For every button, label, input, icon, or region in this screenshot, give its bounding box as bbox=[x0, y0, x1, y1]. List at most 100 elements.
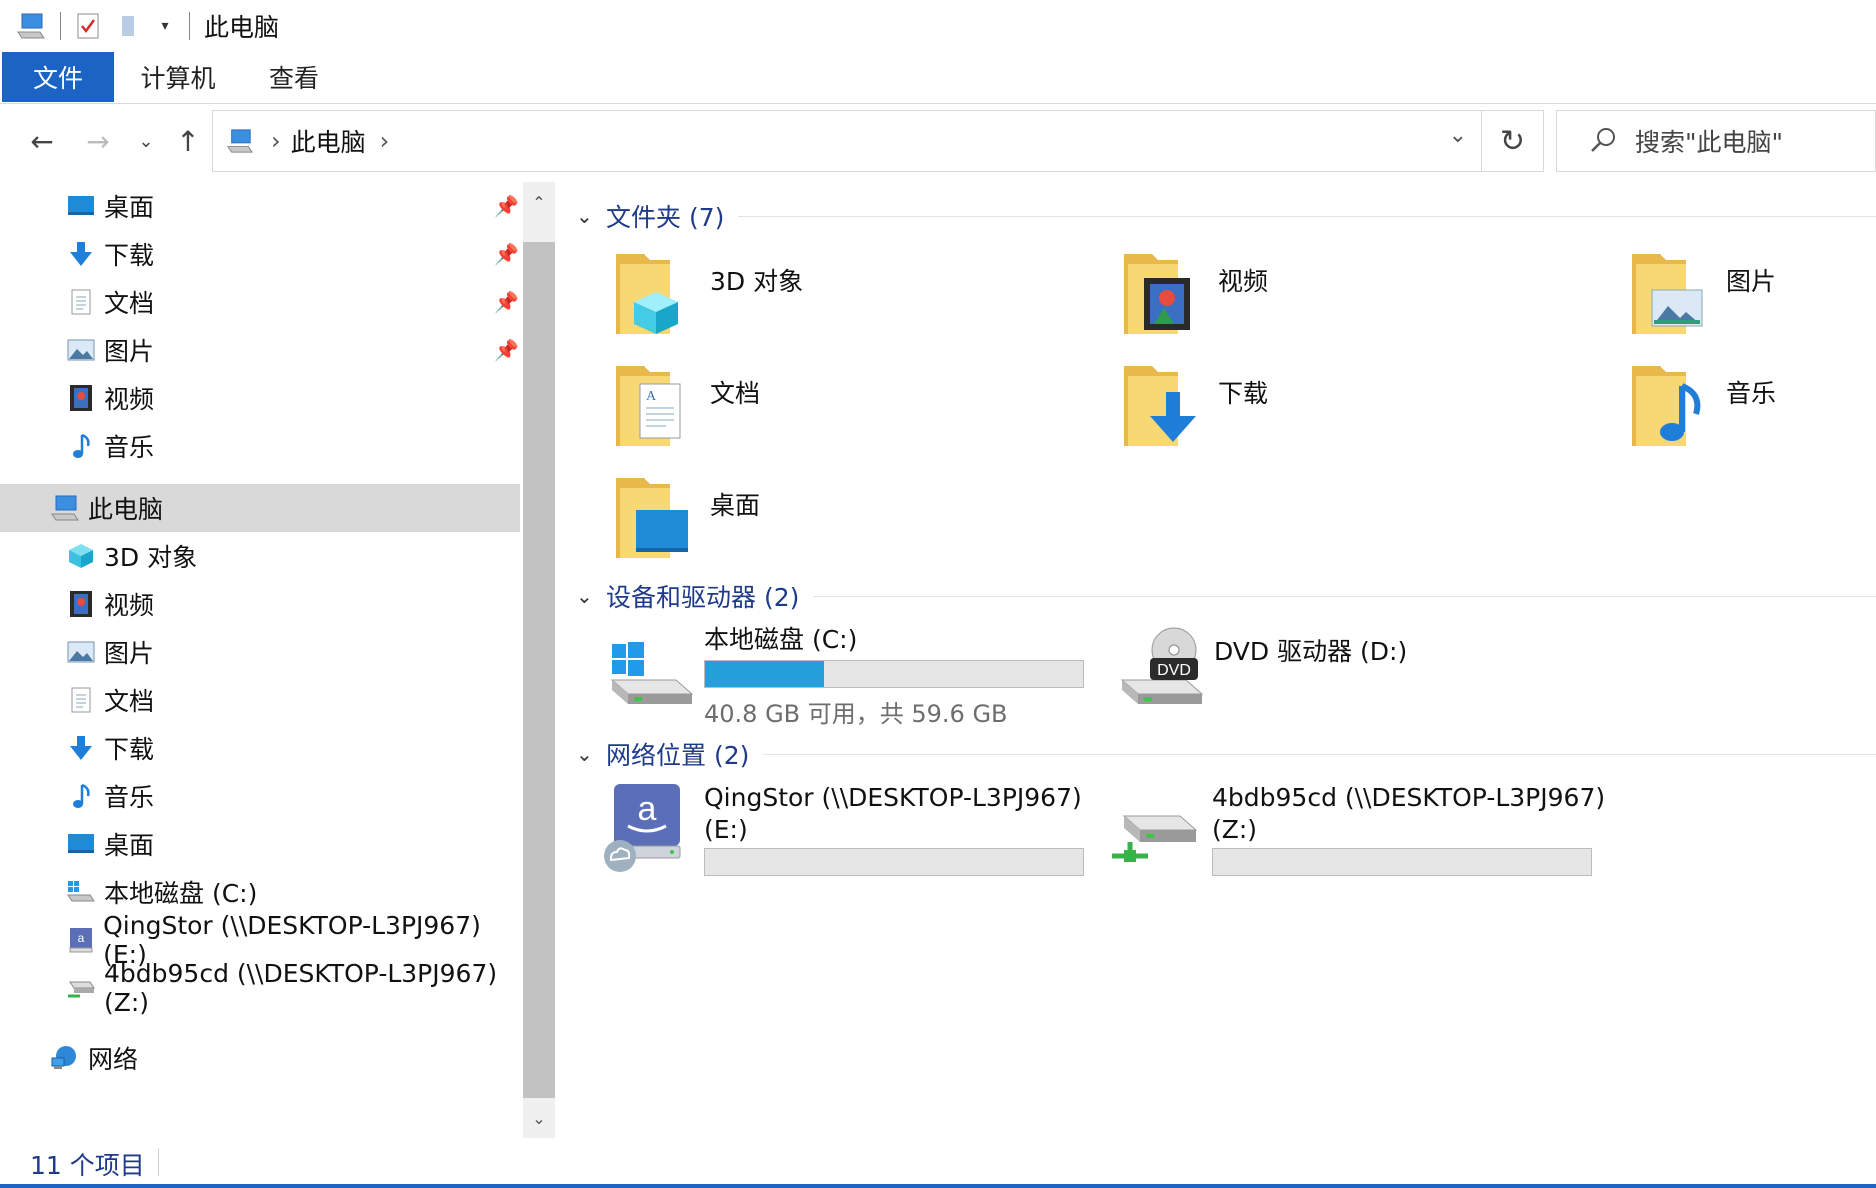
nav-item-label: 文档 bbox=[104, 687, 155, 716]
breadcrumb-separator-icon[interactable]: › bbox=[380, 127, 390, 155]
drive-label: DVD 驱动器 (D:) bbox=[1214, 637, 1408, 666]
this-pc-icon bbox=[223, 124, 257, 158]
nav-item-documents[interactable]: 文档 bbox=[0, 676, 520, 724]
drive-dvd-d[interactable]: DVD DVD 驱动器 (D:) bbox=[1116, 622, 1576, 732]
folder-label: 3D 对象 bbox=[710, 267, 804, 296]
label-line2: (Z:) bbox=[1212, 815, 1258, 844]
address-history-dropdown[interactable]: ⌄ bbox=[1449, 123, 1467, 148]
search-box[interactable]: 搜索"此电脑" bbox=[1556, 110, 1876, 172]
tab-file[interactable]: 文件 bbox=[2, 52, 114, 102]
navigation-bar: ← → ⌄ ↑ › 此电脑 › ⌄ ↻ 搜索"此电脑" bbox=[0, 108, 1876, 174]
group-header-network-locations[interactable]: ⌄ 网络位置 (2) bbox=[576, 734, 1876, 774]
quick-access-toolbar: ▾ 此电脑 bbox=[0, 0, 279, 52]
chevron-down-icon[interactable]: ⌄ bbox=[576, 584, 600, 608]
folder-3d-objects[interactable]: 3D 对象 bbox=[614, 250, 1014, 354]
nav-item-downloads[interactable]: 下载 bbox=[0, 724, 520, 772]
nav-item-desktop[interactable]: 桌面 bbox=[0, 820, 520, 868]
group-header-devices[interactable]: ⌄ 设备和驱动器 (2) bbox=[576, 576, 1876, 616]
pin-icon[interactable]: 📌 bbox=[494, 290, 519, 314]
scrollbar-thumb[interactable] bbox=[523, 242, 555, 1098]
nav-item-local-disk-c[interactable]: 本地磁盘 (C:) bbox=[0, 868, 520, 916]
folder-music[interactable]: 音乐 bbox=[1630, 362, 1876, 466]
network-drive-icon bbox=[1112, 815, 1198, 862]
nav-item-network-drive-z[interactable]: 4bdb95cd (\\DESKTOP-L3PJ967) (Z:) bbox=[0, 959, 520, 1017]
folder-label: 文档 bbox=[710, 379, 761, 408]
nav-item-3d-objects[interactable]: 3D 对象 bbox=[0, 532, 520, 580]
search-icon bbox=[1591, 128, 1615, 152]
nav-item-music[interactable]: 音乐 bbox=[0, 422, 520, 470]
scroll-down-button[interactable]: ⌄ bbox=[523, 1098, 555, 1138]
chevron-down-icon: ⌄ bbox=[532, 1108, 546, 1128]
refresh-button[interactable]: ↻ bbox=[1482, 110, 1544, 172]
nav-item-pictures[interactable]: 图片 bbox=[0, 628, 520, 676]
nav-item-this-pc[interactable]: 此电脑 bbox=[0, 484, 520, 532]
up-button[interactable]: ↑ bbox=[166, 118, 210, 164]
chevron-down-icon[interactable]: ⌄ bbox=[576, 742, 600, 766]
properties-icon[interactable] bbox=[73, 11, 103, 41]
video-icon bbox=[66, 589, 96, 619]
recent-locations-button[interactable]: ⌄ bbox=[126, 118, 166, 164]
label-line1: 4bdb95cd (\\DESKTOP-L3PJ967) bbox=[1212, 783, 1606, 812]
drive-local-disk-c[interactable]: 本地磁盘 (C:) 40.8 GB 可用，共 59.6 GB bbox=[606, 622, 1084, 732]
network-icon bbox=[50, 1043, 80, 1073]
nav-item-label: 下载 bbox=[104, 735, 155, 764]
tab-view[interactable]: 查看 bbox=[254, 52, 334, 102]
nav-item-videos[interactable]: 视频 bbox=[0, 374, 520, 422]
nav-item-qingstor-e[interactable]: a QingStor (\\DESKTOP-L3PJ967) (E:) bbox=[0, 911, 520, 969]
pin-icon[interactable]: 📌 bbox=[494, 242, 519, 266]
group-title: 设备和驱动器 (2) bbox=[606, 583, 800, 612]
pin-icon[interactable]: 📌 bbox=[494, 194, 519, 218]
nav-item-videos[interactable]: 视频 bbox=[0, 580, 520, 628]
svg-text:a: a bbox=[77, 931, 84, 945]
group-header-folders[interactable]: ⌄ 文件夹 (7) bbox=[576, 196, 1876, 236]
this-pc-icon[interactable] bbox=[14, 9, 48, 43]
folder-label: 图片 bbox=[1726, 267, 1777, 296]
nav-pane-scrollbar[interactable]: ⌃ ⌄ bbox=[523, 182, 555, 1138]
nav-item-pictures[interactable]: 图片 📌 bbox=[0, 326, 520, 374]
pin-icon[interactable]: 📌 bbox=[494, 338, 519, 362]
arrow-left-icon: ← bbox=[30, 124, 54, 158]
nav-item-network[interactable]: 网络 bbox=[0, 1034, 520, 1082]
folder-3d-icon bbox=[616, 254, 678, 334]
chevron-down-icon[interactable]: ⌄ bbox=[576, 204, 600, 228]
nav-item-label: 网络 bbox=[88, 1045, 139, 1074]
folder-video-icon bbox=[1124, 254, 1190, 334]
arrow-right-icon: → bbox=[86, 124, 110, 158]
scroll-up-button[interactable]: ⌃ bbox=[523, 182, 555, 222]
nav-item-label: 此电脑 bbox=[88, 495, 164, 524]
label-line2: (E:) bbox=[704, 815, 748, 844]
chevron-down-icon: ⌄ bbox=[138, 130, 154, 152]
music-icon bbox=[66, 431, 96, 461]
back-button[interactable]: ← bbox=[20, 118, 64, 164]
title-bar: ▾ 此电脑 bbox=[0, 0, 1876, 52]
arrow-up-icon: ↑ bbox=[176, 124, 200, 158]
breadcrumb-separator-icon[interactable]: › bbox=[271, 127, 281, 155]
svg-text:A: A bbox=[646, 389, 657, 404]
forward-button[interactable]: → bbox=[76, 118, 120, 164]
drive-free-space: 40.8 GB 可用，共 59.6 GB bbox=[704, 700, 1008, 728]
network-location-qingstor-e[interactable]: a QingStor (\\DESKTOP-L3PJ967) (E:) bbox=[600, 780, 1084, 890]
folder-document-icon: A bbox=[616, 366, 681, 446]
group-divider bbox=[738, 215, 1876, 217]
window-title: 此电脑 bbox=[204, 13, 280, 42]
network-location-4bdb95cd-z[interactable]: 4bdb95cd (\\DESKTOP-L3PJ967) (Z:) bbox=[1108, 780, 1605, 890]
new-folder-icon[interactable] bbox=[113, 11, 143, 41]
nav-item-music[interactable]: 音乐 bbox=[0, 772, 520, 820]
breadcrumb-this-pc[interactable]: 此电脑 bbox=[291, 123, 366, 159]
nav-item-desktop[interactable]: 桌面 📌 bbox=[0, 182, 520, 230]
folder-download-icon bbox=[1124, 366, 1196, 446]
drive-usage-bar bbox=[704, 848, 1084, 876]
folder-desktop[interactable]: 桌面 bbox=[614, 474, 1014, 578]
address-bar[interactable]: › 此电脑 › ⌄ bbox=[212, 110, 1482, 172]
customize-toolbar-dropdown[interactable]: ▾ bbox=[153, 11, 177, 41]
folder-pictures[interactable]: 图片 bbox=[1630, 250, 1876, 354]
nav-item-documents[interactable]: 文档 📌 bbox=[0, 278, 520, 326]
nav-item-downloads[interactable]: 下载 📌 bbox=[0, 230, 520, 278]
tab-computer[interactable]: 计算机 bbox=[126, 52, 230, 102]
music-icon bbox=[66, 781, 96, 811]
item-count: 11 个项目 bbox=[30, 1151, 145, 1180]
folder-documents[interactable]: A 文档 bbox=[614, 362, 1014, 466]
folder-downloads[interactable]: 下载 bbox=[1122, 362, 1522, 466]
folder-videos[interactable]: 视频 bbox=[1122, 250, 1522, 354]
network-location-label: QingStor (\\DESKTOP-L3PJ967) (E:) bbox=[704, 782, 1082, 846]
